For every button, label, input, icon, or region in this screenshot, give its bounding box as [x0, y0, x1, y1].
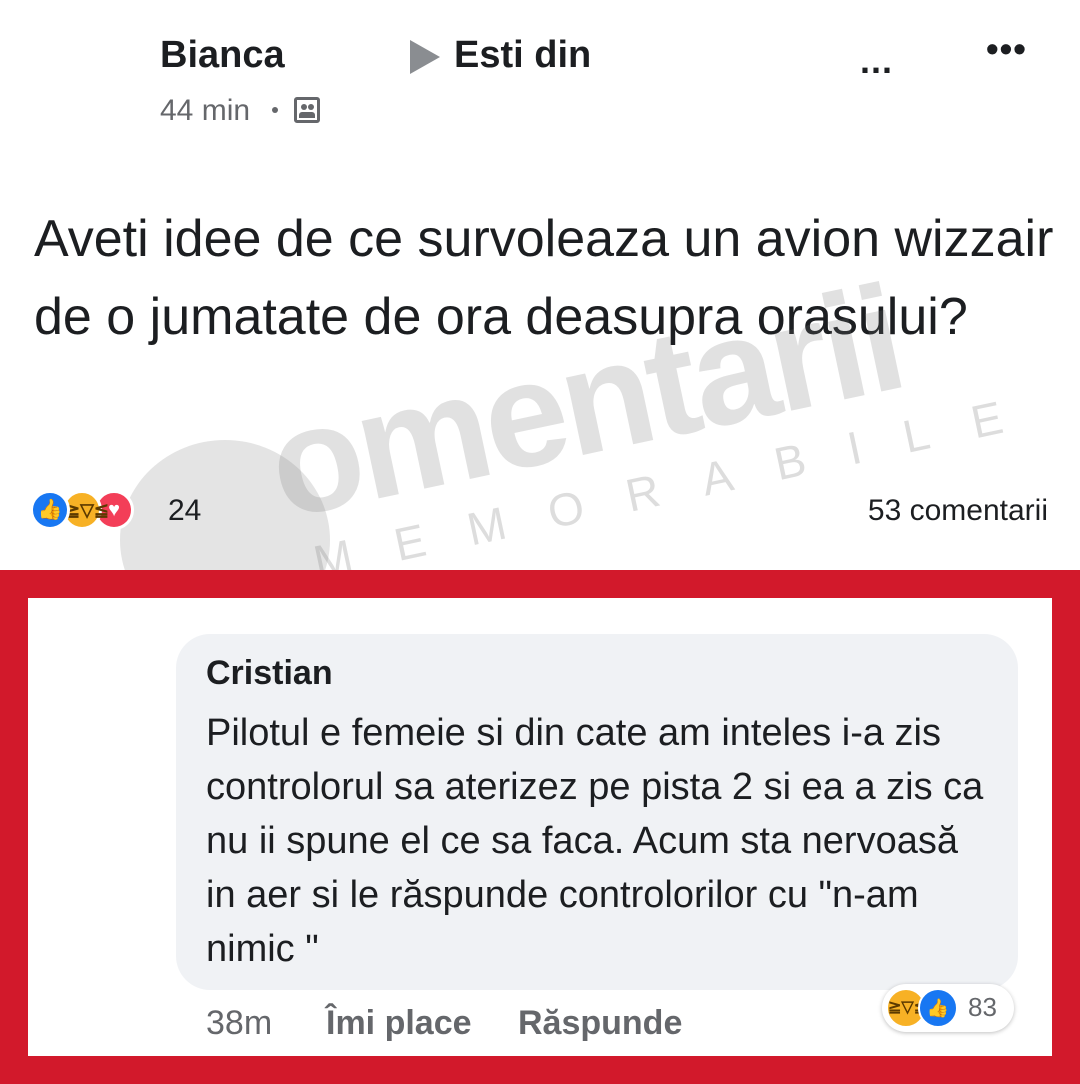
like-icon: 👍: [30, 490, 70, 530]
comment-reactions[interactable]: ≧▽≦ 👍 83: [882, 984, 1014, 1032]
like-icon: 👍: [918, 988, 958, 1028]
play-arrow-icon: [410, 40, 440, 74]
separator-dot: [272, 107, 278, 113]
post-text: Aveti idee de ce survoleaza un avion wiz…: [34, 210, 1054, 346]
post-author-name[interactable]: Bianca: [160, 34, 285, 77]
more-options-icon-secondary[interactable]: •••: [986, 28, 1027, 70]
more-options-icon[interactable]: ...: [860, 40, 893, 82]
reply-button[interactable]: Răspunde: [518, 1004, 682, 1043]
group-name[interactable]: Esti din: [454, 34, 591, 77]
like-button[interactable]: Îmi place: [326, 1004, 472, 1043]
watermark-subtext: MEMORABILE: [308, 381, 1051, 589]
reaction-count[interactable]: 24: [168, 494, 201, 528]
comment-reaction-count: 83: [968, 992, 997, 1022]
group-icon: [294, 97, 320, 123]
comment-timestamp[interactable]: 38m: [206, 1004, 272, 1043]
post-timestamp[interactable]: 44 min: [160, 94, 250, 128]
comment-author-name[interactable]: Cristian: [206, 654, 333, 693]
comment-text: Pilotul e femeie si din cate am inteles …: [206, 712, 984, 970]
comments-count[interactable]: 53 comentarii: [868, 494, 1048, 528]
post-header: Bianca Esti din 44 min ... •••: [0, 0, 1080, 150]
